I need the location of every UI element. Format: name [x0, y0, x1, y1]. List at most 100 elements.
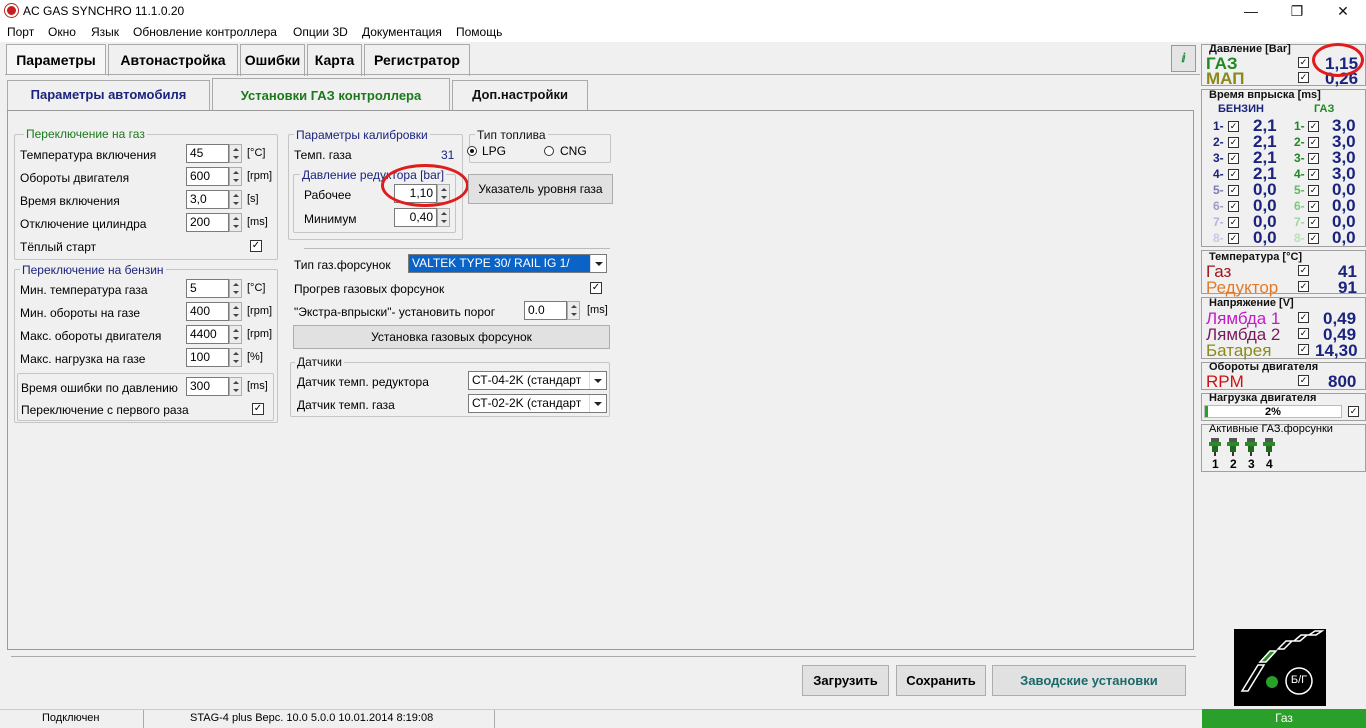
injector-heat-checkbox[interactable]: ✓ — [590, 282, 602, 294]
extra-injection-spinner[interactable] — [567, 301, 580, 320]
gas-pressure-checkbox[interactable]: ✓ — [1298, 57, 1309, 68]
switch-on-temp-input[interactable]: 45 — [186, 144, 229, 163]
info-icon[interactable]: ⅈ — [1171, 45, 1196, 72]
gas-switch-panel[interactable]: Б/Г — [1234, 629, 1326, 706]
petrol-cyl-checkbox[interactable]: ✓ — [1228, 201, 1239, 212]
subtab-extra-settings[interactable]: Доп.настройки — [452, 80, 588, 110]
load-value: 2% — [1265, 406, 1281, 418]
load-button[interactable]: Загрузить — [802, 665, 889, 696]
petrol-cyl-checkbox[interactable]: ✓ — [1228, 121, 1239, 132]
menu-window[interactable]: Окно — [48, 25, 76, 39]
chevron-down-icon[interactable] — [590, 255, 606, 272]
lambda1-checkbox[interactable]: ✓ — [1298, 312, 1309, 323]
gas-cyl-checkbox[interactable]: ✓ — [1308, 169, 1319, 180]
petrol-cyl-checkbox[interactable]: ✓ — [1228, 185, 1239, 196]
subtab-car-params[interactable]: Параметры автомобиля — [7, 80, 210, 110]
petrol-cyl-checkbox[interactable]: ✓ — [1228, 217, 1239, 228]
switch-time-spinner[interactable] — [229, 190, 242, 209]
extra-injection-input[interactable]: 0.0 — [524, 301, 567, 320]
max-load-spinner[interactable] — [229, 348, 242, 367]
gas-sensor-select[interactable]: СТ-02-2K (стандарт — [468, 394, 607, 413]
gas-cyl-checkbox[interactable]: ✓ — [1308, 153, 1319, 164]
active-injectors-title: Активные ГАЗ.форсунки — [1209, 423, 1333, 435]
map-label: МАП — [1206, 69, 1245, 88]
close-button[interactable]: ✕ — [1320, 0, 1366, 22]
tab-recorder[interactable]: Регистратор — [364, 44, 470, 76]
engine-rpm-input[interactable]: 600 — [186, 167, 229, 186]
max-rpm-spinner[interactable] — [229, 325, 242, 344]
gas-cyl-checkbox[interactable]: ✓ — [1308, 233, 1319, 244]
cylinder-off-spinner[interactable] — [229, 213, 242, 232]
reducer-temp-value: 91 — [1338, 278, 1357, 297]
subtab-gas-controller[interactable]: Установки ГАЗ контроллера — [212, 78, 450, 111]
reducer-sensor-select[interactable]: СТ-04-2K (стандарт — [468, 371, 607, 390]
map-checkbox[interactable]: ✓ — [1298, 72, 1309, 83]
gas-cyl-checkbox[interactable]: ✓ — [1308, 121, 1319, 132]
menu-help[interactable]: Помощь — [456, 25, 502, 39]
save-button[interactable]: Сохранить — [896, 665, 986, 696]
menu-3d-options[interactable]: Опции 3D — [293, 25, 348, 39]
gas-cyl-label: 2- — [1294, 135, 1305, 149]
separator — [11, 656, 1196, 657]
menu-language[interactable]: Язык — [91, 25, 119, 39]
chevron-down-icon[interactable] — [589, 372, 605, 389]
petrol-cyl-label: 8- — [1213, 231, 1224, 245]
min-gas-temp-spinner[interactable] — [229, 279, 242, 298]
min-gas-temp-input[interactable]: 5 — [186, 279, 229, 298]
petrol-cyl-label: 1- — [1213, 119, 1224, 133]
status-bar — [0, 709, 1202, 728]
first-switch-checkbox[interactable]: ✓ — [252, 403, 264, 415]
switch-time-input[interactable]: 3,0 — [186, 190, 229, 209]
gas-temp-checkbox[interactable]: ✓ — [1298, 265, 1309, 276]
tab-autotune[interactable]: Автонастройка — [108, 44, 238, 76]
factory-settings-button[interactable]: Заводские установки — [992, 665, 1186, 696]
menu-update[interactable]: Обновление контроллера — [133, 25, 277, 39]
reducer-temp-label: Редуктор — [1206, 278, 1279, 297]
annotation-circle — [1312, 43, 1364, 77]
pressure-error-time-spinner[interactable] — [229, 377, 242, 396]
warm-start-checkbox[interactable]: ✓ — [250, 240, 262, 252]
tab-map[interactable]: Карта — [307, 44, 362, 76]
max-rpm-input[interactable]: 4400 — [186, 325, 229, 344]
injector-setup-button[interactable]: Установка газовых форсунок — [293, 325, 610, 349]
max-load-input[interactable]: 100 — [186, 348, 229, 367]
battery-value: 14,30 — [1315, 341, 1358, 360]
lambda2-checkbox[interactable]: ✓ — [1298, 328, 1309, 339]
tab-parameters[interactable]: Параметры — [6, 44, 106, 75]
petrol-cyl-checkbox[interactable]: ✓ — [1228, 153, 1239, 164]
minimize-button[interactable]: — — [1228, 0, 1274, 22]
min-rpm-gas-label: Мин. обороты на газе — [20, 306, 141, 320]
gas-cyl-checkbox[interactable]: ✓ — [1308, 185, 1319, 196]
menu-port[interactable]: Порт — [7, 25, 34, 39]
voltage-title: Напряжение [V] — [1209, 297, 1294, 309]
unit-label: [ms] — [247, 216, 268, 228]
petrol-cyl-checkbox[interactable]: ✓ — [1228, 233, 1239, 244]
reducer-temp-checkbox[interactable]: ✓ — [1298, 281, 1309, 292]
engine-rpm-spinner[interactable] — [229, 167, 242, 186]
switch-on-temp-spinner[interactable] — [229, 144, 242, 163]
chevron-down-icon[interactable] — [589, 395, 605, 412]
petrol-cyl-checkbox[interactable]: ✓ — [1228, 137, 1239, 148]
gas-cyl-checkbox[interactable]: ✓ — [1308, 217, 1319, 228]
cylinder-off-input[interactable]: 200 — [186, 213, 229, 232]
min-rpm-gas-spinner[interactable] — [229, 302, 242, 321]
battery-checkbox[interactable]: ✓ — [1298, 344, 1309, 355]
gas-level-button[interactable]: Указатель уровня газа — [468, 174, 613, 204]
tab-errors[interactable]: Ошибки — [240, 44, 305, 76]
cng-radio[interactable] — [544, 146, 554, 156]
rpm-checkbox[interactable]: ✓ — [1298, 375, 1309, 386]
min-pressure-spinner[interactable] — [437, 208, 450, 227]
petrol-cyl-checkbox[interactable]: ✓ — [1228, 169, 1239, 180]
min-rpm-gas-input[interactable]: 400 — [186, 302, 229, 321]
gas-cyl-checkbox[interactable]: ✓ — [1308, 137, 1319, 148]
min-pressure-input[interactable]: 0,40 — [394, 208, 437, 227]
injector-type-select[interactable]: VALTEK TYPE 30/ RAIL IG 1/ — [408, 254, 607, 273]
unit-label: [°C] — [247, 282, 266, 294]
maximize-button[interactable]: ❐ — [1274, 0, 1320, 22]
load-checkbox[interactable]: ✓ — [1348, 406, 1359, 417]
gas-cyl-checkbox[interactable]: ✓ — [1308, 201, 1319, 212]
gas-injector-icon — [1245, 437, 1257, 456]
lpg-radio[interactable] — [467, 146, 477, 156]
pressure-error-time-input[interactable]: 300 — [186, 377, 229, 396]
menu-documentation[interactable]: Документация — [362, 25, 442, 39]
